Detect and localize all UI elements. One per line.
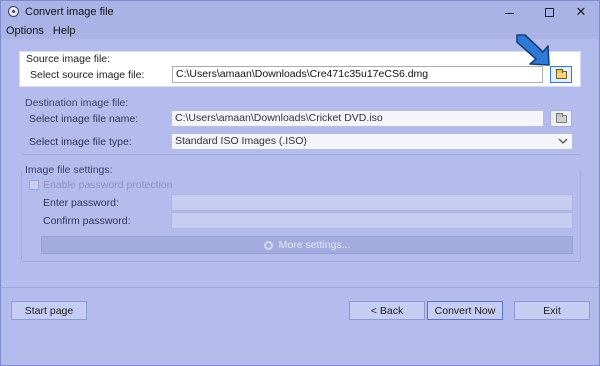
title-bar: Convert image file ✕ [1, 1, 599, 23]
file-type-label: Select image file type: [29, 136, 132, 148]
file-type-value: Standard ISO Images (.ISO) [175, 135, 307, 147]
enter-password-input[interactable] [171, 194, 573, 211]
disc-icon [8, 6, 19, 17]
arrow-pointer-icon [516, 34, 550, 66]
menu-help[interactable]: Help [48, 25, 80, 37]
password-protection-row: Enable password protection [29, 179, 173, 191]
enter-password-label: Enter password: [43, 197, 119, 209]
source-group-label: Source image file: [26, 53, 111, 65]
minimize-icon [504, 12, 514, 14]
chevron-down-icon [558, 138, 568, 144]
destination-name-input[interactable]: C:\Users\amaan\Downloads\Cricket DVD.iso [171, 110, 544, 127]
back-button[interactable]: < Back [349, 301, 425, 320]
menu-options[interactable]: Options [1, 25, 48, 37]
more-settings-label: More settings... [278, 239, 351, 251]
close-icon: ✕ [575, 4, 587, 20]
source-image-group: Source image file: Select source image f… [19, 51, 581, 87]
file-type-select[interactable]: Standard ISO Images (.ISO) [171, 133, 573, 150]
folder-open-icon [555, 112, 567, 123]
window-title: Convert image file [25, 6, 114, 18]
maximize-button[interactable] [531, 1, 567, 23]
source-path-input[interactable]: C:\Users\amaan\Downloads\Cre471c35u17eCS… [172, 66, 543, 83]
confirm-password-label: Confirm password: [43, 215, 131, 227]
convert-image-window: Convert image file ✕ Options Help Source… [0, 0, 600, 366]
source-field-label: Select source image file: [30, 69, 145, 81]
main-content: Source image file: Select source image f… [1, 34, 599, 365]
exit-button[interactable]: Exit [514, 301, 590, 320]
destination-browse-button[interactable] [550, 110, 572, 127]
confirm-password-input[interactable] [171, 212, 573, 229]
folder-open-icon [555, 68, 567, 79]
more-settings-button[interactable]: More settings... [41, 236, 573, 254]
footer-separator [1, 287, 599, 288]
menu-bar: Options Help [1, 23, 599, 38]
minimize-button[interactable] [491, 1, 527, 23]
destination-name-label: Select image file name: [29, 113, 139, 125]
maximize-icon [544, 7, 554, 17]
password-protection-checkbox[interactable] [29, 180, 39, 190]
gear-icon [263, 240, 273, 250]
close-button[interactable]: ✕ [563, 1, 599, 23]
convert-now-button[interactable]: Convert Now [427, 301, 503, 320]
password-protection-label: Enable password protection [43, 179, 173, 191]
start-page-button[interactable]: Start page [11, 301, 87, 320]
